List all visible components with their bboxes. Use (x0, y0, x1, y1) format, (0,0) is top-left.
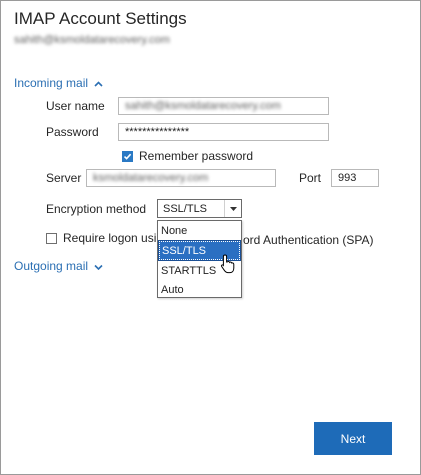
username-input[interactable]: sahith@ksmoldatarecovery.com (118, 97, 329, 115)
incoming-mail-label: Incoming mail (14, 76, 89, 90)
remember-password-checkbox[interactable] (122, 150, 133, 162)
encryption-label: Encryption method (46, 202, 147, 216)
next-button[interactable]: Next (314, 422, 392, 455)
pointer-cursor-icon (220, 254, 236, 279)
dialog-title: IMAP Account Settings (14, 9, 187, 28)
spa-checkbox[interactable] (46, 232, 57, 244)
port-input[interactable]: 993 (331, 169, 379, 187)
port-value: 993 (338, 172, 357, 184)
encryption-option-none[interactable]: None (158, 221, 241, 240)
password-input[interactable]: *************** (118, 123, 329, 141)
remember-password-row: Remember password (122, 149, 253, 163)
account-email: sahith@ksmoldatarecovery.com (14, 34, 170, 46)
password-value: *************** (125, 126, 190, 138)
port-label: Port (299, 171, 322, 185)
encryption-option-auto[interactable]: Auto (158, 280, 241, 299)
imap-settings-dialog: IMAP Account Settings sahith@ksmoldatare… (0, 0, 421, 475)
server-value: ksmoldatarecovery.com (93, 172, 209, 184)
outgoing-mail-label: Outgoing mail (14, 259, 89, 273)
username-label: User name (46, 99, 105, 113)
username-value: sahith@ksmoldatarecovery.com (125, 100, 281, 112)
incoming-mail-toggle[interactable]: Incoming mail (14, 76, 103, 90)
encryption-select[interactable]: SSL/TLS (157, 199, 242, 218)
checkmark-icon (123, 153, 132, 160)
chevron-down-icon[interactable] (224, 200, 241, 217)
spa-label-right: ord Authentication (SPA) (243, 233, 374, 247)
spa-row: Require logon usi (46, 231, 156, 245)
outgoing-mail-toggle[interactable]: Outgoing mail (14, 259, 103, 273)
remember-password-label: Remember password (139, 149, 254, 163)
password-label: Password (46, 125, 99, 139)
server-label: Server (46, 171, 82, 185)
next-button-label: Next (340, 431, 366, 446)
encryption-selected-value: SSL/TLS (163, 202, 208, 215)
chevron-up-icon (94, 76, 103, 90)
server-input[interactable]: ksmoldatarecovery.com (86, 169, 276, 187)
spa-label-left: Require logon usi (63, 231, 157, 245)
chevron-down-icon (94, 259, 103, 273)
